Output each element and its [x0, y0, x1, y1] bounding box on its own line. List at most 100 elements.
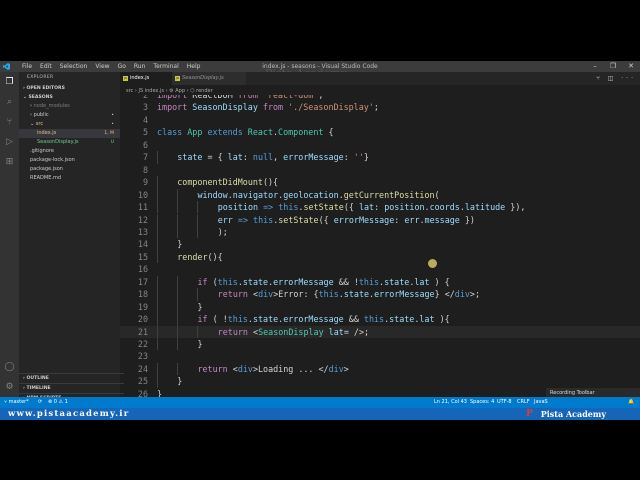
- code-line[interactable]: 3 import SeasonDisplay from './SeasonDisp…: [120, 101, 640, 113]
- tree-item[interactable]: package.json: [19, 165, 120, 174]
- code-line[interactable]: 12 err => this.setState({ errorMessage: e…: [120, 213, 640, 226]
- line-number: 11: [137, 202, 148, 213]
- code-token: );: [217, 226, 228, 237]
- code-line[interactable]: 16: [120, 263, 640, 275]
- problems-indicator[interactable]: ⊗ 0 ⚠ 1: [48, 397, 68, 408]
- tab-actions[interactable]: ⑂ ◫ ···: [596, 72, 636, 85]
- code-line[interactable]: 9 componentDidMount(){: [120, 176, 640, 189]
- minimize-button[interactable]: –: [586, 61, 604, 72]
- code-line[interactable]: 21 return <SeasonDisplay lat= />;: [120, 325, 640, 338]
- code-line[interactable]: 23: [120, 350, 640, 362]
- tree-item[interactable]: README.md: [19, 174, 120, 183]
- cursor-position[interactable]: Ln 21, Col 43: [434, 397, 467, 408]
- code-token: if: [197, 276, 208, 287]
- code-line[interactable]: 14}: [120, 238, 640, 251]
- code-line[interactable]: 8: [120, 164, 640, 176]
- tree-item[interactable]: › node_modules: [19, 102, 120, 111]
- code-text: return <div>Error: {this.state.errorMess…: [218, 288, 480, 300]
- tab-seasondisplay-js[interactable]: JS SeasonDisplay.js: [172, 72, 246, 85]
- code-line[interactable]: 6: [120, 139, 640, 151]
- code-line[interactable]: 18 return <div>Error: {this.state.errorMe…: [120, 288, 640, 301]
- code-token: div: [258, 289, 274, 300]
- code-token: state: [252, 314, 279, 325]
- line-number: 3: [142, 102, 148, 113]
- tree-item[interactable]: › public •: [19, 111, 120, 120]
- breadcrumb[interactable]: src › JS index.js › ⚙ App › ⬡ render: [126, 87, 213, 95]
- indent-guide: [157, 300, 158, 314]
- source-control-icon[interactable]: ⑂: [4, 117, 15, 128]
- timeline-section[interactable]: › TIMELINE: [19, 383, 124, 393]
- branch-indicator[interactable]: ⑂ master*: [4, 397, 29, 408]
- tree-item[interactable]: index.js 1, M: [19, 129, 120, 138]
- tree-item[interactable]: ⌄ src •: [19, 120, 120, 129]
- title-bar: File Edit Selection View Go Run Terminal Help i…: [0, 61, 640, 79]
- tree-item[interactable]: .gitignore: [19, 147, 120, 156]
- code-token: errorMessage: [374, 289, 435, 300]
- line-number: 24: [137, 363, 148, 374]
- code-line[interactable]: 20 if ( !this.state.errorMessage && this.…: [120, 313, 640, 326]
- encoding-indicator[interactable]: UTF-8: [497, 397, 512, 408]
- eol-indicator[interactable]: CRLF: [517, 397, 530, 408]
- close-button[interactable]: ✕: [622, 61, 640, 72]
- academy-banner: www.pistaacademy.ir P Pista Academy: [0, 408, 640, 420]
- code-token: && !: [333, 276, 359, 287]
- code-line[interactable]: 13);: [120, 225, 640, 239]
- code-token: }: [363, 152, 369, 163]
- bell-icon[interactable]: 🔔: [628, 397, 634, 408]
- code-token: lat: [358, 202, 375, 213]
- extensions-icon[interactable]: ⊞: [4, 157, 15, 168]
- code-text: if ( !this.state.errorMessage && this.st…: [197, 313, 449, 325]
- code-token: state: [389, 314, 415, 325]
- tree-item-label: index.js: [37, 130, 57, 136]
- code-token: class: [157, 127, 183, 138]
- vscode-window: File Edit Selection View Go Run Terminal Help i…: [0, 61, 640, 420]
- maximize-button[interactable]: ❐: [604, 61, 622, 72]
- tree-item-label: README.md: [30, 175, 62, 181]
- language-mode[interactable]: JavaS: [534, 397, 548, 408]
- code-editor[interactable]: 2 import ReactDOM from 'react-dom'; 3 impor…: [120, 95, 640, 408]
- indent-guide: [157, 188, 158, 202]
- indent-guide: [197, 201, 199, 214]
- code-token: div: [454, 289, 470, 300]
- search-icon[interactable]: ⌕: [4, 97, 15, 108]
- code-token: lat: [227, 152, 243, 163]
- code-line[interactable]: 4: [120, 114, 640, 126]
- account-icon[interactable]: ◯: [4, 362, 15, 373]
- indentation-indicator[interactable]: Spaces: 4: [470, 397, 494, 408]
- line-number: 18: [137, 289, 148, 300]
- tree-item-label: package.json: [30, 166, 63, 172]
- code-token: setState: [278, 214, 319, 225]
- code-line[interactable]: 25}: [120, 375, 640, 388]
- code-token: >;: [469, 289, 481, 300]
- git-status-badge: U: [110, 140, 114, 145]
- indent-guide: [157, 250, 158, 264]
- gear-icon[interactable]: ⚙: [4, 382, 15, 393]
- run-debug-icon[interactable]: ▷: [4, 137, 15, 148]
- code-text: }: [177, 238, 182, 250]
- code-text: }: [197, 301, 202, 313]
- code-line[interactable]: 19}: [120, 300, 640, 314]
- tree-item-label: .gitignore: [30, 148, 54, 154]
- code-line[interactable]: 7 state = { lat: null, errorMessage: ''}: [120, 151, 640, 164]
- code-text: }: [177, 375, 182, 387]
- outline-section[interactable]: › OUTLINE: [19, 373, 124, 383]
- open-editors-section[interactable]: › OPEN EDITORS: [19, 84, 120, 93]
- code-line[interactable]: 22}: [120, 338, 640, 351]
- indent-guide: [157, 238, 158, 251]
- git-status-badge: •: [111, 122, 114, 127]
- code-line[interactable]: 5 class App extends React.Component {: [120, 126, 640, 138]
- code-token: this: [318, 289, 339, 300]
- code-token: {: [323, 127, 334, 138]
- sync-icon[interactable]: ⟳: [38, 397, 42, 408]
- explorer-files-icon[interactable]: ❐: [4, 77, 15, 88]
- tree-item[interactable]: package-lock.json: [19, 156, 120, 165]
- code-line[interactable]: 10 window.navigator.geolocation.getCurren…: [120, 188, 640, 202]
- code-line[interactable]: 11 position => this.setState({ lat: posit…: [120, 201, 640, 214]
- code-token: lat: [414, 276, 430, 287]
- code-line[interactable]: 17 if (this.state.errorMessage && !this.s…: [120, 275, 640, 289]
- project-folder-section[interactable]: ⌄ SEASONS: [19, 93, 120, 102]
- code-text: import SeasonDisplay from './SeasonDispl…: [157, 101, 379, 113]
- tree-item[interactable]: SeasonDisplay.js U: [19, 138, 120, 147]
- code-line[interactable]: 15 render(){: [120, 250, 640, 264]
- code-line[interactable]: 24 return <div>Loading ... </div>: [120, 362, 640, 376]
